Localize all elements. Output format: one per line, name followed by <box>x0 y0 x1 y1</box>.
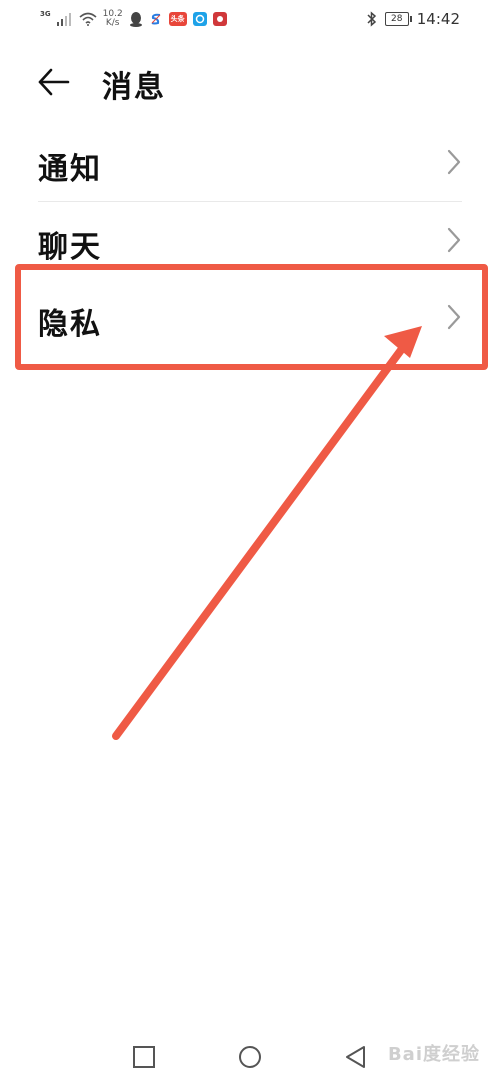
network-type: 3G <box>40 10 51 18</box>
menu-item-label: 聊天 <box>38 230 102 265</box>
menu-item-label: 通知 <box>38 152 102 187</box>
signal-icon <box>56 13 71 26</box>
status-left: 3G 10.2 K/s 头条 <box>40 8 227 30</box>
clock: 14:42 <box>416 10 460 28</box>
menu-item-notification[interactable]: 通知 <box>38 124 462 202</box>
network-speed: 10.2 K/s <box>103 10 123 28</box>
menu-item-privacy[interactable]: 隐私 <box>38 279 462 356</box>
menu-item-label: 隐私 <box>38 307 102 342</box>
settings-menu: 通知 聊天 隐私 <box>38 124 462 356</box>
chevron-right-icon <box>447 149 461 175</box>
chevron-right-icon <box>447 227 461 253</box>
app-header: 消息 <box>0 50 500 114</box>
status-right: 28 14:42 <box>367 8 460 30</box>
home-icon[interactable] <box>237 1044 263 1070</box>
back-arrow-icon <box>38 68 70 96</box>
wifi-icon <box>79 12 97 26</box>
menu-item-chat[interactable]: 聊天 <box>38 202 462 279</box>
app-s-icon <box>148 12 163 26</box>
page-title: 消息 <box>102 70 166 105</box>
app-blue-icon <box>192 12 207 26</box>
bluetooth-icon <box>367 11 376 27</box>
speed-unit: K/s <box>105 18 120 28</box>
watermark: Bai度经验 <box>387 1044 480 1065</box>
recent-apps-icon[interactable] <box>131 1044 157 1070</box>
toutiao-icon: 头条 <box>168 12 187 26</box>
battery-icon: 28 <box>384 12 412 26</box>
back-button[interactable] <box>36 64 76 100</box>
back-triangle-icon[interactable] <box>343 1044 369 1070</box>
chevron-right-icon <box>447 304 461 330</box>
qq-icon <box>129 12 142 27</box>
status-bar: 3G 10.2 K/s 头条 28 14:42 <box>0 0 500 36</box>
app-red-icon <box>212 12 227 26</box>
